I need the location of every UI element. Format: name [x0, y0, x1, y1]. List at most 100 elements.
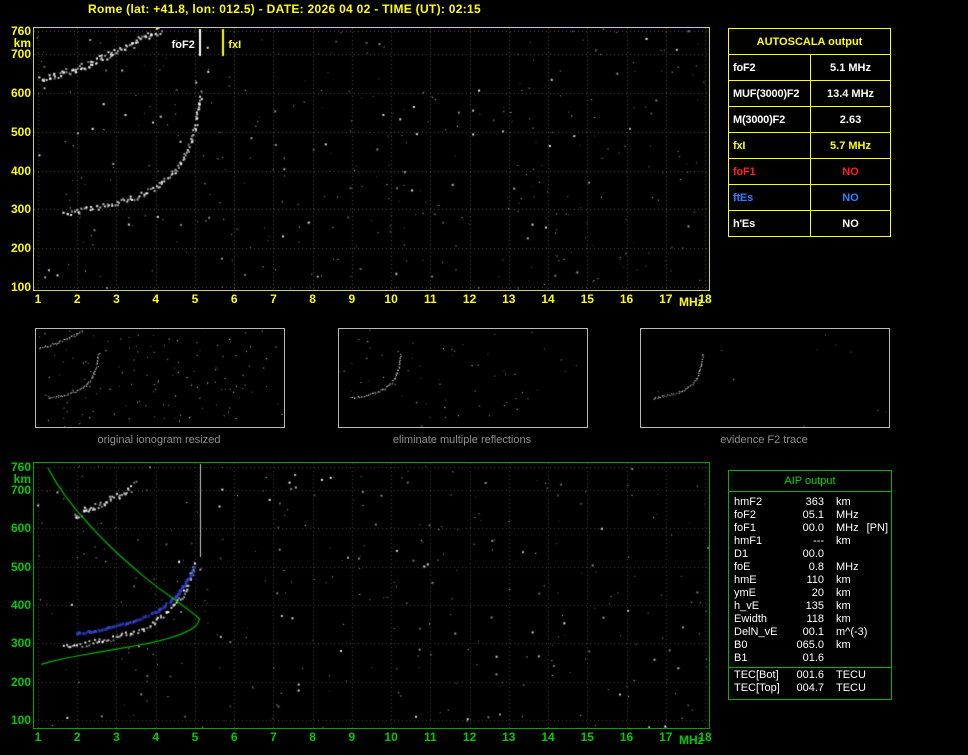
aip-row-unit: km	[836, 574, 851, 586]
aip-row-value: 00.1	[802, 626, 824, 638]
x-tick-label: 4	[152, 292, 160, 306]
autoscala-row-value: 2.63	[839, 114, 862, 126]
aip-row-h_vE: h_vE 135 km	[734, 600, 891, 613]
y-tick-label: 400	[10, 163, 31, 178]
x-tick-label: 15	[580, 292, 594, 306]
x-tick-label: 2	[73, 292, 81, 306]
aip-row-value: 00.0	[802, 522, 824, 534]
aip-row-unit: km	[836, 613, 851, 625]
x-axis-unit-label: MHz	[679, 733, 704, 747]
aip-table-rows: hmF2 363 km foF2 05.1 MHz foF1 00.0 MHz [PN] hmF1 -…	[729, 492, 891, 695]
autoscala-row: ftEs NO	[729, 185, 890, 211]
x-tick-label: 7	[270, 292, 277, 306]
aip-row-flag: [PN]	[866, 522, 889, 534]
y-axis-unit-label: km	[13, 36, 31, 50]
aip-row-unit: km	[836, 535, 851, 547]
aip-row-value: 118	[806, 613, 824, 625]
aip-row-D1: D1 00.0	[734, 548, 891, 561]
x-tick-label: 10	[384, 292, 398, 306]
autoscala-output-table: AUTOSCALA output foF2 5.1 MHz MUF(3000)F2 1…	[728, 28, 891, 237]
x-tick-label: 3	[113, 730, 120, 744]
x-tick-label: 3	[113, 292, 120, 306]
aip-row-label: B1	[734, 652, 748, 664]
aip-row-value: ---	[813, 535, 824, 547]
aip-row-unit: TECU	[836, 669, 866, 681]
aip-row-label: h_vE	[734, 600, 760, 612]
x-tick-label: 11	[424, 292, 437, 306]
aip-row-unit: km	[836, 496, 851, 508]
aip-row-ymE: ymE 20 km	[734, 587, 891, 600]
autoscala-row-value: 5.1 MHz	[830, 62, 871, 74]
autoscala-row: fxI 5.7 MHz	[729, 133, 890, 159]
aip-row-value: 363	[805, 496, 824, 508]
thumbnail-caption: original ionogram resized	[97, 434, 221, 446]
autoscala-table-rows: foF2 5.1 MHz MUF(3000)F2 13.4 MHz M(3000)F2 2…	[729, 55, 890, 236]
aip-row-label: TEC[Top]	[734, 682, 780, 694]
autoscala-row: h'Es NO	[729, 211, 890, 236]
x-tick-label: 9	[348, 730, 356, 744]
autoscala-row: M(3000)F2 2.63	[729, 107, 890, 133]
x-tick-label: 13	[502, 292, 516, 306]
aip-row-label: foF1	[734, 522, 757, 534]
aip-row-value: 20	[811, 587, 824, 599]
aip-row-unit: MHz	[836, 522, 859, 534]
x-tick-label: 17	[659, 292, 673, 306]
x-tick-label: 6	[230, 730, 238, 744]
autoscala-screen: Rome (lat: +41.8, lon: 012.5) - DATE: 20…	[0, 0, 968, 755]
station-date-header: Rome (lat: +41.8, lon: 012.5) - DATE: 20…	[88, 2, 481, 16]
aip-row-hmF1: hmF1 --- km	[734, 535, 891, 548]
aip-row-hmF2: hmF2 363 km	[734, 496, 891, 509]
thumbnail-caption: evidence F2 trace	[720, 434, 808, 446]
x-tick-label: 8	[309, 292, 316, 306]
aip-row-unit: TECU	[836, 682, 866, 694]
aip-row-foF1: foF1 00.0 MHz [PN]	[734, 522, 891, 535]
aip-row-hmE: hmE 110 km	[734, 574, 891, 587]
aip-row-unit: km	[836, 639, 851, 651]
thumbnail-caption: eliminate multiple reflections	[392, 434, 532, 446]
x-tick-label: 14	[541, 292, 555, 306]
aip-row-value: 05.1	[802, 509, 824, 521]
aip-row-value: 135	[805, 600, 824, 612]
autoscala-row: MUF(3000)F2 13.4 MHz	[729, 81, 890, 107]
bottom-ionogram-plot	[33, 462, 710, 729]
aip-row-label: hmF1	[734, 535, 763, 547]
autoscala-row: foF1 NO	[729, 159, 890, 185]
x-tick-label: 12	[462, 730, 477, 744]
aip-row-value: 004.7	[796, 682, 824, 694]
aip-row-unit: km	[836, 587, 851, 599]
aip-row-label: D1	[734, 548, 749, 560]
aip-row-unit: MHz	[836, 509, 859, 521]
aip-row-TEC[Top]: TEC[Top] 004.7 TECU	[734, 682, 891, 695]
autoscala-row-label: foF2	[729, 55, 811, 80]
autoscala-row-label: foF1	[729, 159, 811, 184]
aip-row-label: foE	[734, 561, 751, 573]
x-tick-label: 1	[34, 730, 42, 744]
autoscala-row-value: 5.7 MHz	[830, 140, 871, 152]
x-tick-label: 16	[619, 292, 634, 306]
x-tick-label: 7	[270, 730, 277, 744]
aip-row-label: foF2	[734, 509, 757, 521]
x-axis-unit-label: MHz	[679, 295, 704, 309]
aip-row-B1: B1 01.6	[734, 652, 891, 665]
autoscala-row-value: NO	[842, 166, 859, 178]
x-tick-label: 2	[73, 730, 81, 744]
aip-row-foE: foE 0.8 MHz	[734, 561, 891, 574]
x-tick-label: 1	[34, 292, 42, 306]
x-tick-label: 10	[384, 730, 398, 744]
aip-row-value: 01.6	[802, 652, 824, 664]
marker-label-foF2: foF2	[171, 39, 195, 51]
aip-row-label: hmF2	[734, 496, 763, 508]
y-tick-label: 200	[10, 674, 31, 689]
aip-separator	[729, 667, 891, 668]
aip-row-Ewidth: Ewidth 118 km	[734, 613, 891, 626]
x-tick-label: 14	[541, 730, 555, 744]
x-tick-label: 8	[309, 730, 316, 744]
aip-row-TEC[Bot]: TEC[Bot] 001.6 TECU	[734, 669, 891, 682]
aip-row-value: 110	[806, 574, 824, 586]
bottom-ionogram-canvas	[34, 463, 709, 728]
top-ionogram-canvas	[34, 28, 709, 290]
y-tick-label: 100	[10, 713, 31, 727]
aip-row-label: TEC[Bot]	[734, 669, 779, 681]
autoscala-row-value: NO	[842, 218, 859, 230]
x-tick-label: 17	[659, 730, 673, 744]
